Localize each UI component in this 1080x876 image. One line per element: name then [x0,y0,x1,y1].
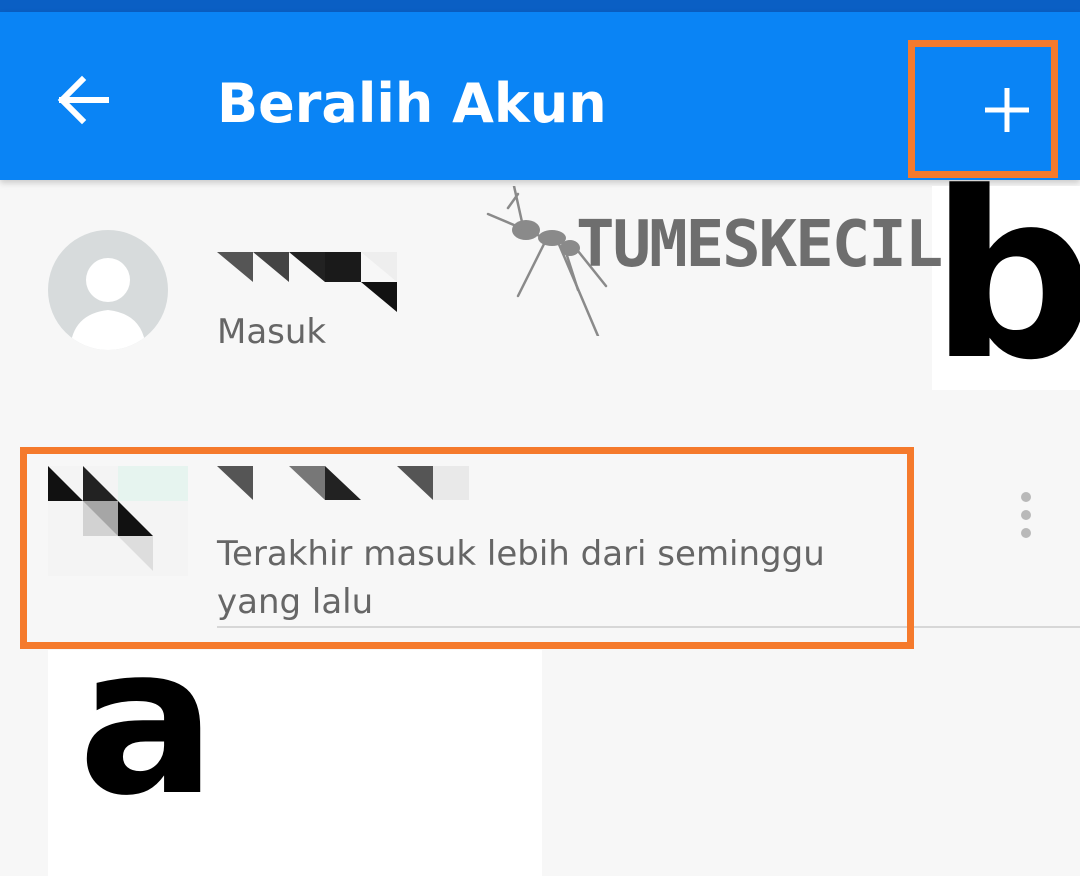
status-bar [0,0,1080,12]
account-switcher-screen: Beralih Akun b TUMESKECIL Masuk Terakhir… [0,0,1080,876]
annotation-label-b: b [930,144,1080,411]
account-1-status: Masuk [217,312,327,352]
annotation-label-a: a [78,603,217,841]
arrow-left-icon [57,75,109,125]
account-1-name-redacted [217,252,397,312]
account-1-avatar[interactable] [48,230,168,350]
default-person-icon [70,258,146,350]
watermark-text: TUMESKECIL [576,208,943,282]
back-button[interactable] [56,74,112,126]
page-title: Beralih Akun [217,72,607,135]
account-2-more-button[interactable] [1012,490,1040,542]
